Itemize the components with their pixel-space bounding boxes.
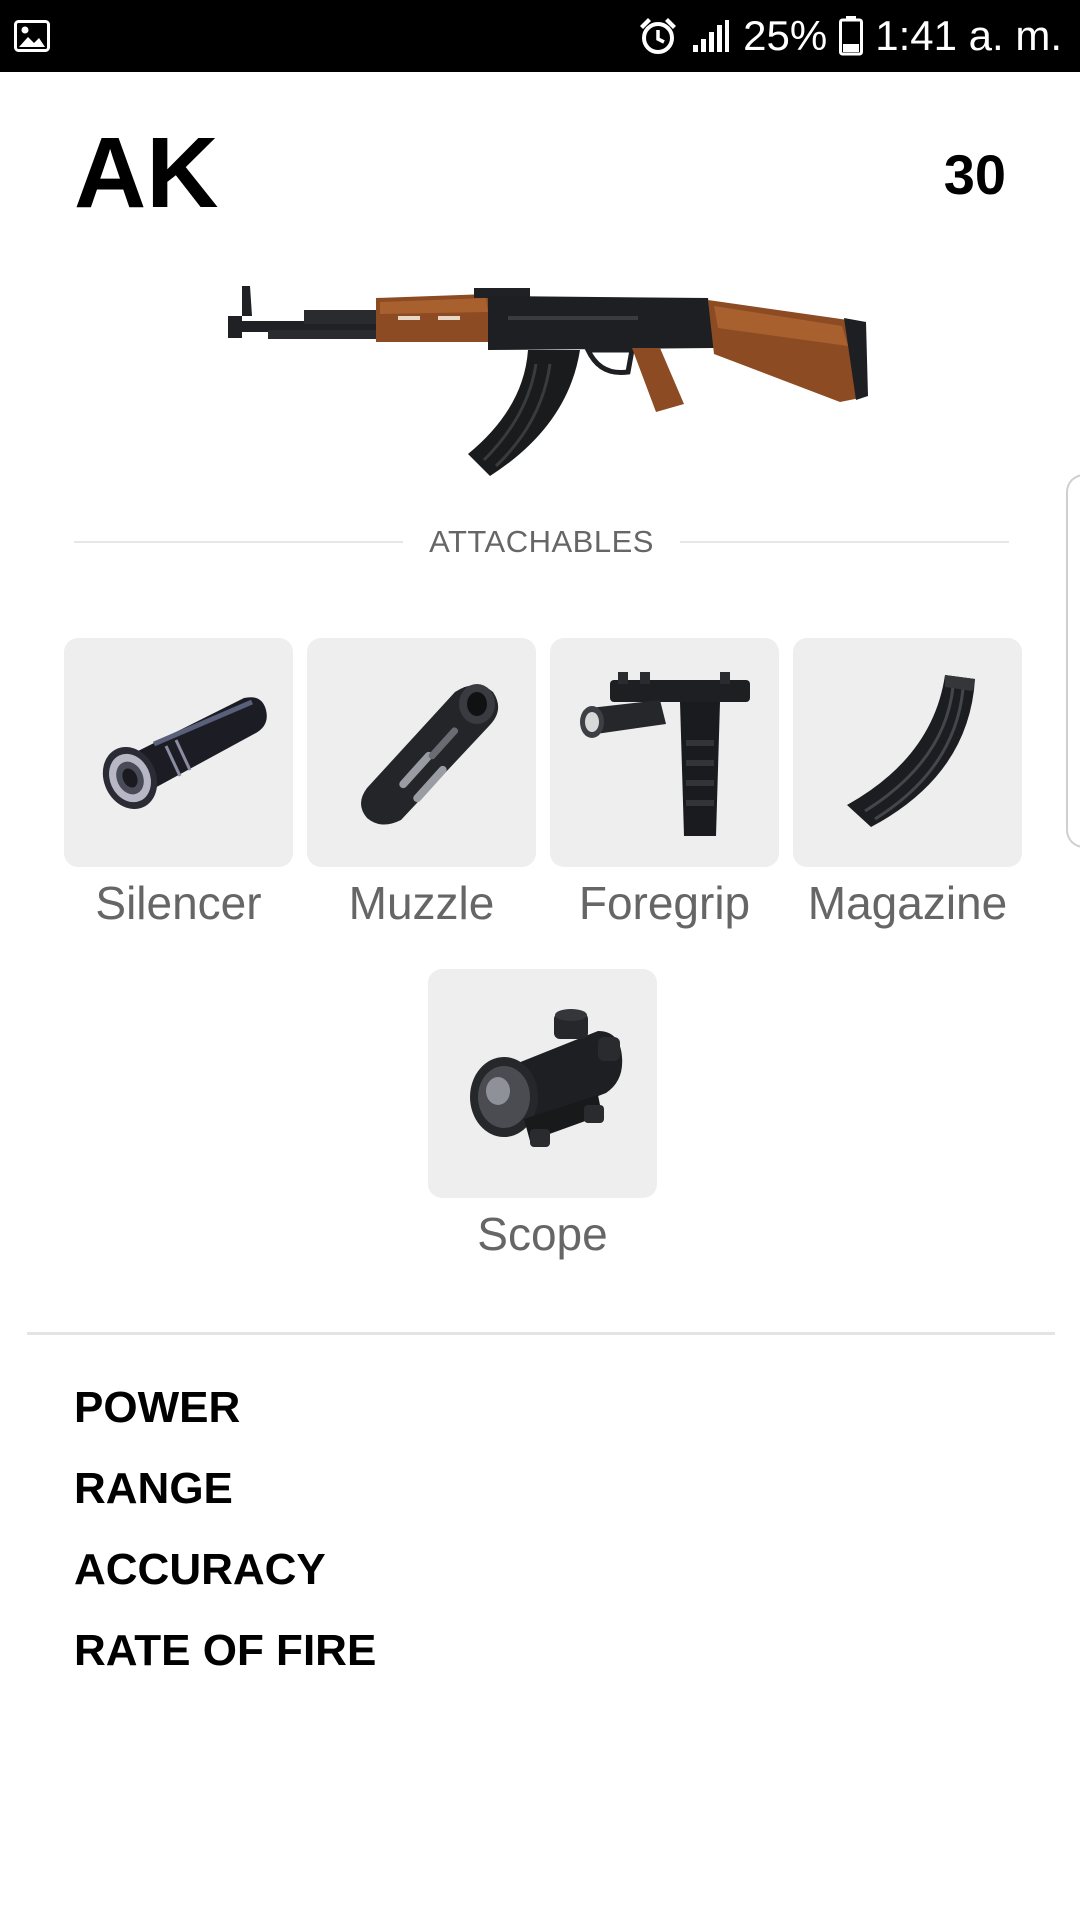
scope-label: Scope bbox=[477, 1208, 608, 1260]
edge-panel-handle[interactable] bbox=[1066, 474, 1080, 848]
silencer-icon bbox=[84, 680, 274, 825]
ak-rifle-image bbox=[228, 276, 868, 486]
foregrip-icon bbox=[570, 660, 760, 845]
foregrip-label: Foregrip bbox=[578, 877, 751, 929]
muzzle-label: Muzzle bbox=[348, 877, 495, 929]
muzzle-tile[interactable] bbox=[307, 638, 536, 867]
stat-rate-of-fire-label: RATE OF FIRE bbox=[74, 1626, 377, 1675]
foregrip-tile[interactable] bbox=[550, 638, 779, 867]
attachment-magazine[interactable]: Magazine bbox=[793, 638, 1022, 931]
stat-accuracy-label: ACCURACY bbox=[74, 1545, 326, 1594]
divider-line-left bbox=[74, 541, 404, 543]
attachment-silencer[interactable]: Silencer bbox=[64, 638, 293, 931]
muzzle-icon bbox=[337, 670, 507, 835]
ammo-count: 30 bbox=[943, 143, 1006, 206]
magazine-tile[interactable] bbox=[793, 638, 1022, 867]
scope-tile[interactable] bbox=[428, 969, 657, 1198]
attachables-divider: ATTACHABLES bbox=[74, 520, 1010, 564]
signal-icon bbox=[691, 19, 731, 53]
silencer-tile[interactable] bbox=[64, 638, 293, 867]
weapon-detail-screen: 25% 1:41 a. m. AK 30 ATTACHABLES Silence… bbox=[0, 0, 1080, 1920]
scope-icon bbox=[458, 1001, 628, 1166]
attachment-scope[interactable]: Scope bbox=[428, 969, 657, 1262]
battery-percent: 25% bbox=[743, 12, 828, 59]
magazine-icon bbox=[833, 665, 983, 840]
stat-range-label: RANGE bbox=[74, 1464, 233, 1513]
divider-line-right bbox=[679, 541, 1010, 543]
status-indicators: 25% 1:41 a. m. bbox=[637, 0, 1062, 72]
gallery-icon bbox=[14, 20, 50, 57]
status-bar: 25% 1:41 a. m. bbox=[0, 0, 1080, 72]
weapon-name: AK bbox=[74, 117, 219, 229]
alarm-icon bbox=[637, 15, 679, 57]
battery-icon bbox=[839, 16, 864, 56]
attachables-heading: ATTACHABLES bbox=[429, 524, 654, 559]
attachment-muzzle[interactable]: Muzzle bbox=[307, 638, 536, 931]
stats-divider bbox=[27, 1332, 1055, 1335]
magazine-label: Magazine bbox=[807, 877, 1008, 929]
silencer-label: Silencer bbox=[95, 877, 262, 929]
stat-power-label: POWER bbox=[74, 1383, 241, 1432]
clock: 1:41 a. m. bbox=[875, 12, 1062, 59]
attachment-foregrip[interactable]: Foregrip bbox=[550, 638, 779, 931]
